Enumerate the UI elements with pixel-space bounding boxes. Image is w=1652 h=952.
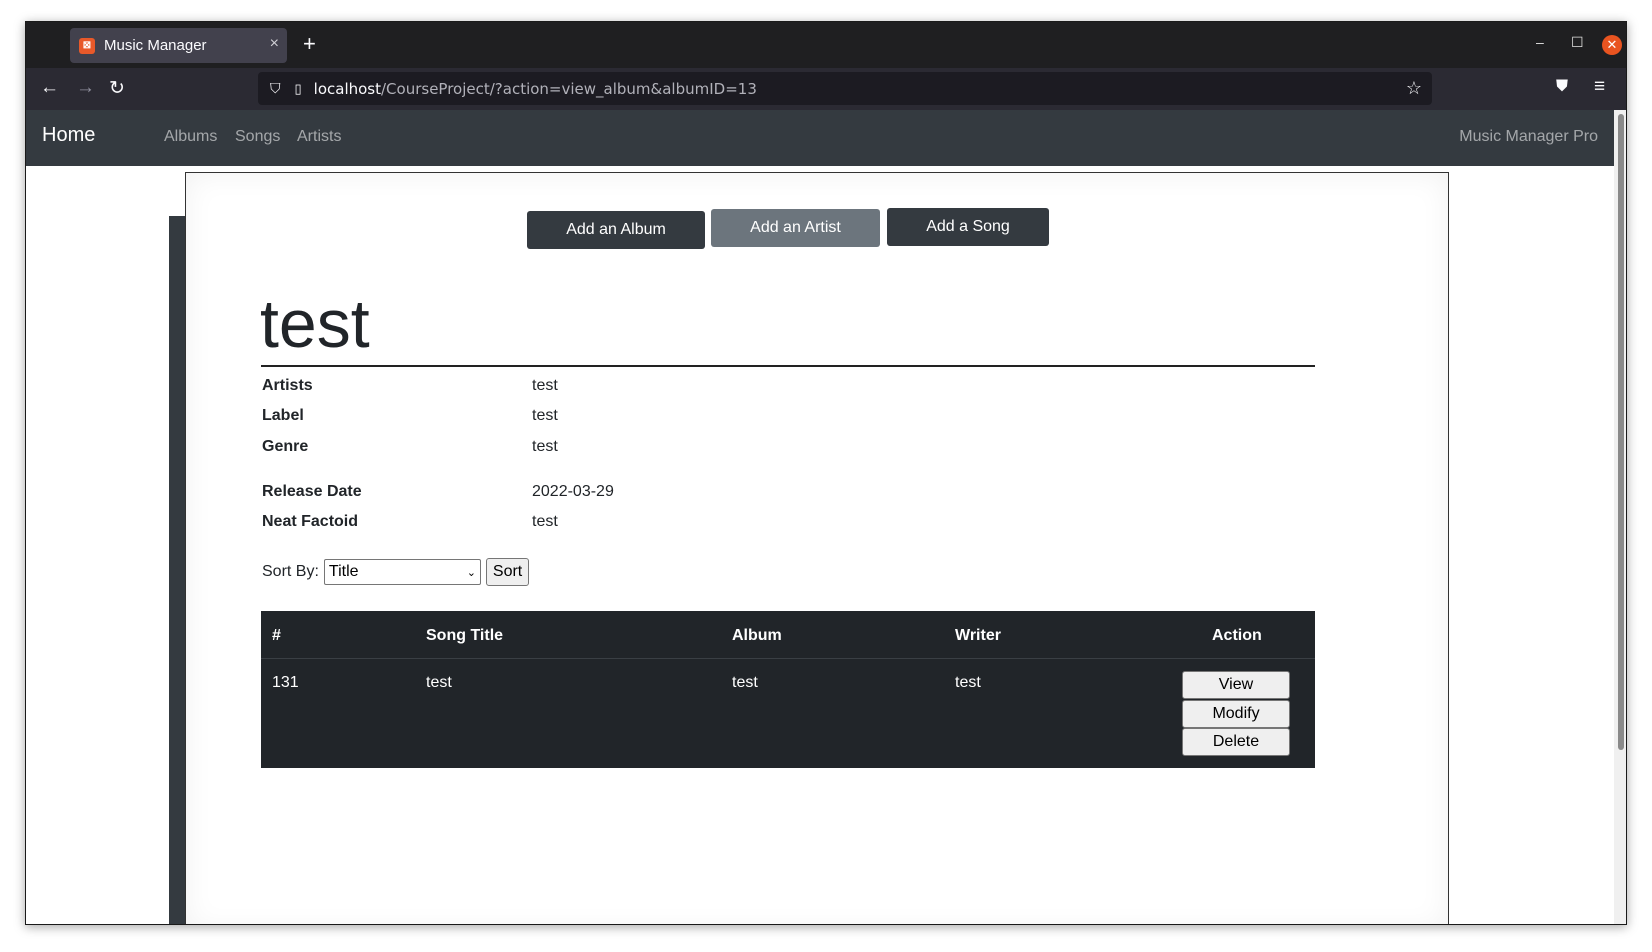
page-viewport: Home Albums Songs Artists Music Manager … [26, 110, 1626, 924]
reload-icon[interactable]: ↻ [109, 77, 125, 100]
new-tab-button[interactable]: + [303, 31, 316, 57]
nav-link-songs[interactable]: Songs [235, 128, 280, 146]
forward-arrow-icon[interactable]: → [76, 77, 95, 99]
sort-select[interactable]: Title ⌄ [323, 559, 481, 585]
back-arrow-icon[interactable]: ← [40, 77, 59, 99]
pocket-icon[interactable]: ⛊ [1556, 78, 1568, 96]
detail-value: 2022-03-29 [532, 483, 614, 500]
cell-album: test [732, 674, 758, 691]
minimize-icon[interactable]: – [1536, 34, 1544, 50]
content-panel: Add an Album Add an Artist Add a Song te… [185, 172, 1449, 924]
add-artist-button[interactable]: Add an Artist [711, 209, 880, 247]
url-bar[interactable]: ⛉ ▯ localhost/CourseProject/?action=view… [258, 72, 1432, 105]
xampp-favicon-icon: ⊠ [79, 37, 95, 54]
browser-toolbar: ← → ↻ ⛉ ▯ localhost/CourseProject/?actio… [26, 68, 1626, 110]
album-title: test [260, 286, 370, 362]
page-info-icon[interactable]: ▯ [295, 81, 302, 97]
cell-song-title: test [426, 674, 452, 691]
cell-number: 131 [272, 674, 299, 691]
nav-link-albums[interactable]: Albums [164, 128, 217, 146]
shield-icon[interactable]: ⛉ [270, 80, 281, 97]
detail-value: test [532, 407, 558, 424]
songs-table: # Song Title Album Writer Action 131 tes… [261, 611, 1315, 768]
page-scrollbar[interactable] [1614, 110, 1626, 924]
cell-writer: test [955, 674, 981, 691]
detail-value: test [532, 377, 558, 394]
home-link[interactable]: Home [42, 124, 95, 147]
sort-selected-value: Title [328, 563, 359, 580]
sort-button[interactable]: Sort [485, 558, 530, 586]
browser-tab[interactable]: ⊠ Music Manager × [70, 28, 287, 63]
delete-button[interactable]: Delete [1182, 728, 1290, 756]
modify-button[interactable]: Modify [1182, 700, 1290, 728]
detail-label: Artists [262, 377, 313, 394]
scrollbar-thumb[interactable] [1618, 114, 1624, 750]
detail-label: Neat Factoid [262, 513, 359, 530]
nav-link-artists[interactable]: Artists [297, 128, 341, 146]
table-header-album: Album [732, 627, 782, 644]
chevron-down-icon: ⌄ [466, 566, 476, 579]
detail-label: Genre [262, 438, 309, 455]
detail-label: Label [262, 407, 304, 424]
add-album-button[interactable]: Add an Album [527, 211, 705, 249]
site-brand-right[interactable]: Music Manager Pro [1459, 128, 1598, 146]
tab-strip: ⊠ Music Manager × + – ☐ ✕ [26, 22, 1626, 68]
add-song-button[interactable]: Add a Song [887, 208, 1049, 246]
url-host: localhost [313, 79, 381, 98]
view-button[interactable]: View [1182, 671, 1290, 699]
site-navbar: Home Albums Songs Artists Music Manager … [26, 110, 1614, 166]
url-path: /CourseProject/?action=view_album&albumI… [381, 79, 757, 98]
table-header-number: # [272, 627, 281, 644]
maximize-icon[interactable]: ☐ [1571, 34, 1584, 51]
detail-value: test [532, 438, 558, 455]
tab-title: Music Manager [104, 37, 207, 54]
table-header-song-title: Song Title [426, 627, 504, 644]
sort-label: Sort By: [262, 563, 319, 580]
detail-value: test [532, 513, 558, 530]
close-window-icon[interactable]: ✕ [1602, 35, 1622, 55]
table-header-divider [261, 658, 1315, 659]
tab-close-icon[interactable]: × [270, 35, 279, 53]
table-header-action: Action [1212, 627, 1262, 644]
hamburger-menu-icon[interactable]: ≡ [1594, 76, 1605, 98]
title-divider [261, 365, 1315, 367]
left-accent-bar [169, 216, 185, 924]
sort-controls: Sort By: Title ⌄ Sort [262, 558, 530, 586]
bookmark-star-icon[interactable]: ☆ [1406, 78, 1422, 99]
browser-window: ⊠ Music Manager × + – ☐ ✕ ← → ↻ ⛉ ▯ loca… [25, 21, 1627, 925]
detail-label: Release Date [262, 483, 362, 500]
table-header-writer: Writer [955, 627, 1001, 644]
